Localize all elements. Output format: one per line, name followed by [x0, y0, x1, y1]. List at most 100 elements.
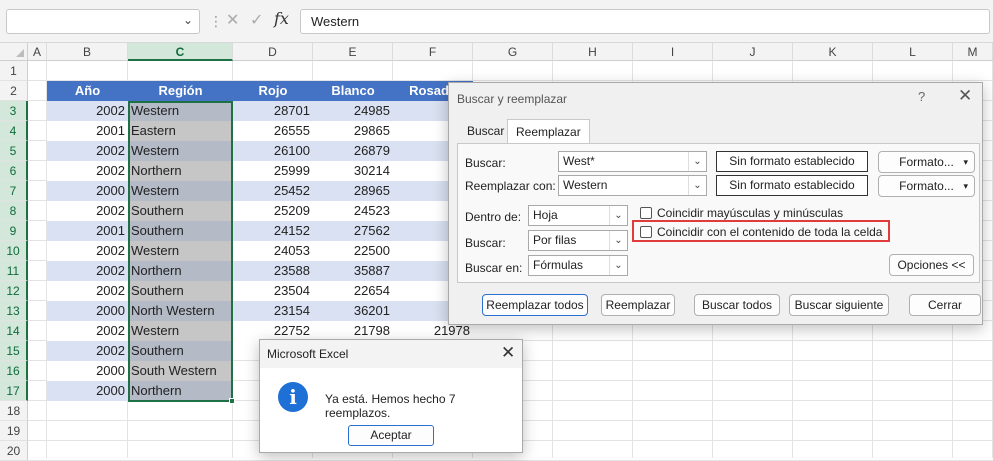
column-header-k[interactable]: K [793, 43, 873, 61]
row-header-12[interactable]: 12 [0, 281, 28, 301]
column-header-d[interactable]: D [233, 43, 313, 61]
table-cell[interactable]: 25452 [233, 181, 313, 201]
table-cell[interactable]: 24152 [233, 221, 313, 241]
table-cell[interactable]: 25209 [233, 201, 313, 221]
region-cell[interactable]: Northern [128, 261, 233, 281]
table-header-cell[interactable]: Rojo [233, 81, 313, 101]
table-header-cell[interactable]: Año [47, 81, 128, 101]
replace-button[interactable]: Reemplazar [601, 294, 675, 316]
table-cell[interactable]: 24985 [313, 101, 393, 121]
region-cell[interactable]: Southern [128, 341, 233, 361]
chevron-down-icon[interactable]: ⌄ [183, 13, 193, 27]
table-cell[interactable]: 25999 [233, 161, 313, 181]
replace-input[interactable]: Western ⌄ [558, 175, 707, 196]
column-header-b[interactable]: B [47, 43, 128, 61]
row-header-9[interactable]: 9 [0, 221, 28, 241]
row-header-6[interactable]: 6 [0, 161, 28, 181]
table-cell[interactable]: 22500 [313, 241, 393, 261]
table-header-cell[interactable]: Blanco [313, 81, 393, 101]
chevron-down-icon[interactable]: ⌄ [609, 206, 627, 225]
region-cell[interactable]: Western [128, 101, 233, 121]
row-header-19[interactable]: 19 [0, 421, 28, 441]
table-cell[interactable]: 22752 [233, 321, 313, 341]
region-cell[interactable]: Southern [128, 201, 233, 221]
region-cell[interactable]: Western [128, 141, 233, 161]
fill-handle[interactable] [229, 398, 235, 404]
table-cell[interactable]: 21798 [313, 321, 393, 341]
row-header-5[interactable]: 5 [0, 141, 28, 161]
replace-format-button[interactable]: Formato... ▾ [878, 175, 975, 197]
column-header-f[interactable]: F [393, 43, 473, 61]
check-icon[interactable]: ✓ [250, 10, 263, 30]
cancel-icon[interactable]: ✕ [226, 10, 239, 30]
row-header-2[interactable]: 2 [0, 81, 28, 101]
table-cell[interactable]: 2002 [47, 321, 128, 341]
table-cell[interactable]: 24053 [233, 241, 313, 261]
table-cell[interactable]: 2002 [47, 281, 128, 301]
row-header-20[interactable]: 20 [0, 441, 28, 461]
column-header-j[interactable]: J [713, 43, 793, 61]
row-header-7[interactable]: 7 [0, 181, 28, 201]
table-cell[interactable]: 28701 [233, 101, 313, 121]
table-cell[interactable]: 2002 [47, 341, 128, 361]
replace-all-button[interactable]: Reemplazar todos [482, 294, 588, 316]
table-cell[interactable]: 2000 [47, 381, 128, 401]
column-header-l[interactable]: L [873, 43, 953, 61]
table-cell[interactable]: 24523 [313, 201, 393, 221]
formula-input[interactable]: Western [300, 9, 990, 34]
help-icon[interactable]: ? [918, 89, 925, 104]
column-header-i[interactable]: I [633, 43, 713, 61]
row-header-16[interactable]: 16 [0, 361, 28, 381]
table-cell[interactable]: 36201 [313, 301, 393, 321]
region-cell[interactable]: North Western [128, 301, 233, 321]
column-header-e[interactable]: E [313, 43, 393, 61]
chevron-down-icon[interactable]: ⌄ [609, 231, 627, 250]
drag-handle-icon[interactable]: ⋮ [209, 13, 223, 30]
region-cell[interactable]: Western [128, 321, 233, 341]
chevron-down-icon[interactable]: ⌄ [688, 152, 706, 171]
table-cell[interactable]: 2002 [47, 161, 128, 181]
ok-button[interactable]: Aceptar [348, 425, 434, 446]
chevron-down-icon[interactable]: ⌄ [688, 176, 706, 195]
table-cell[interactable]: 2001 [47, 121, 128, 141]
region-cell[interactable]: Northern [128, 381, 233, 401]
table-cell[interactable]: 2002 [47, 261, 128, 281]
column-header-h[interactable]: H [553, 43, 633, 61]
close-icon[interactable]: ✕ [501, 343, 515, 363]
row-header-17[interactable]: 17 [0, 381, 28, 401]
tab-replace[interactable]: Reemplazar [507, 119, 590, 144]
region-cell[interactable]: Western [128, 241, 233, 261]
search-select[interactable]: Por filas ⌄ [528, 230, 628, 251]
table-cell[interactable]: 28965 [313, 181, 393, 201]
table-cell[interactable]: 26100 [233, 141, 313, 161]
name-box[interactable]: ⌄ [6, 9, 200, 34]
find-all-button[interactable]: Buscar todos [694, 294, 780, 316]
table-cell[interactable]: 2000 [47, 181, 128, 201]
lookin-select[interactable]: Fórmulas ⌄ [528, 255, 628, 276]
within-select[interactable]: Hoja ⌄ [528, 205, 628, 226]
options-button[interactable]: Opciones << [889, 254, 974, 276]
column-header-a[interactable]: A [28, 43, 47, 61]
select-all-corner[interactable] [0, 43, 28, 61]
region-cell[interactable]: Northern [128, 161, 233, 181]
table-cell[interactable]: 2001 [47, 221, 128, 241]
table-cell[interactable]: 2002 [47, 141, 128, 161]
close-icon[interactable]: ✕ [958, 86, 972, 106]
table-header-cell[interactable]: Región [128, 81, 233, 101]
row-header-14[interactable]: 14 [0, 321, 28, 341]
find-next-button[interactable]: Buscar siguiente [789, 294, 889, 316]
table-cell[interactable]: 2002 [47, 201, 128, 221]
close-button[interactable]: Cerrar [909, 294, 981, 316]
column-header-m[interactable]: M [953, 43, 993, 61]
tab-find[interactable]: Buscar [459, 121, 512, 143]
table-cell[interactable]: 26555 [233, 121, 313, 141]
table-cell[interactable]: 2000 [47, 301, 128, 321]
region-cell[interactable]: Western [128, 181, 233, 201]
table-cell[interactable]: 2002 [47, 101, 128, 121]
insert-function-icon[interactable]: fx [274, 9, 289, 28]
row-header-15[interactable]: 15 [0, 341, 28, 361]
row-header-8[interactable]: 8 [0, 201, 28, 221]
row-header-1[interactable]: 1 [0, 61, 28, 81]
find-input[interactable]: West* ⌄ [558, 151, 707, 172]
table-cell[interactable]: 29865 [313, 121, 393, 141]
